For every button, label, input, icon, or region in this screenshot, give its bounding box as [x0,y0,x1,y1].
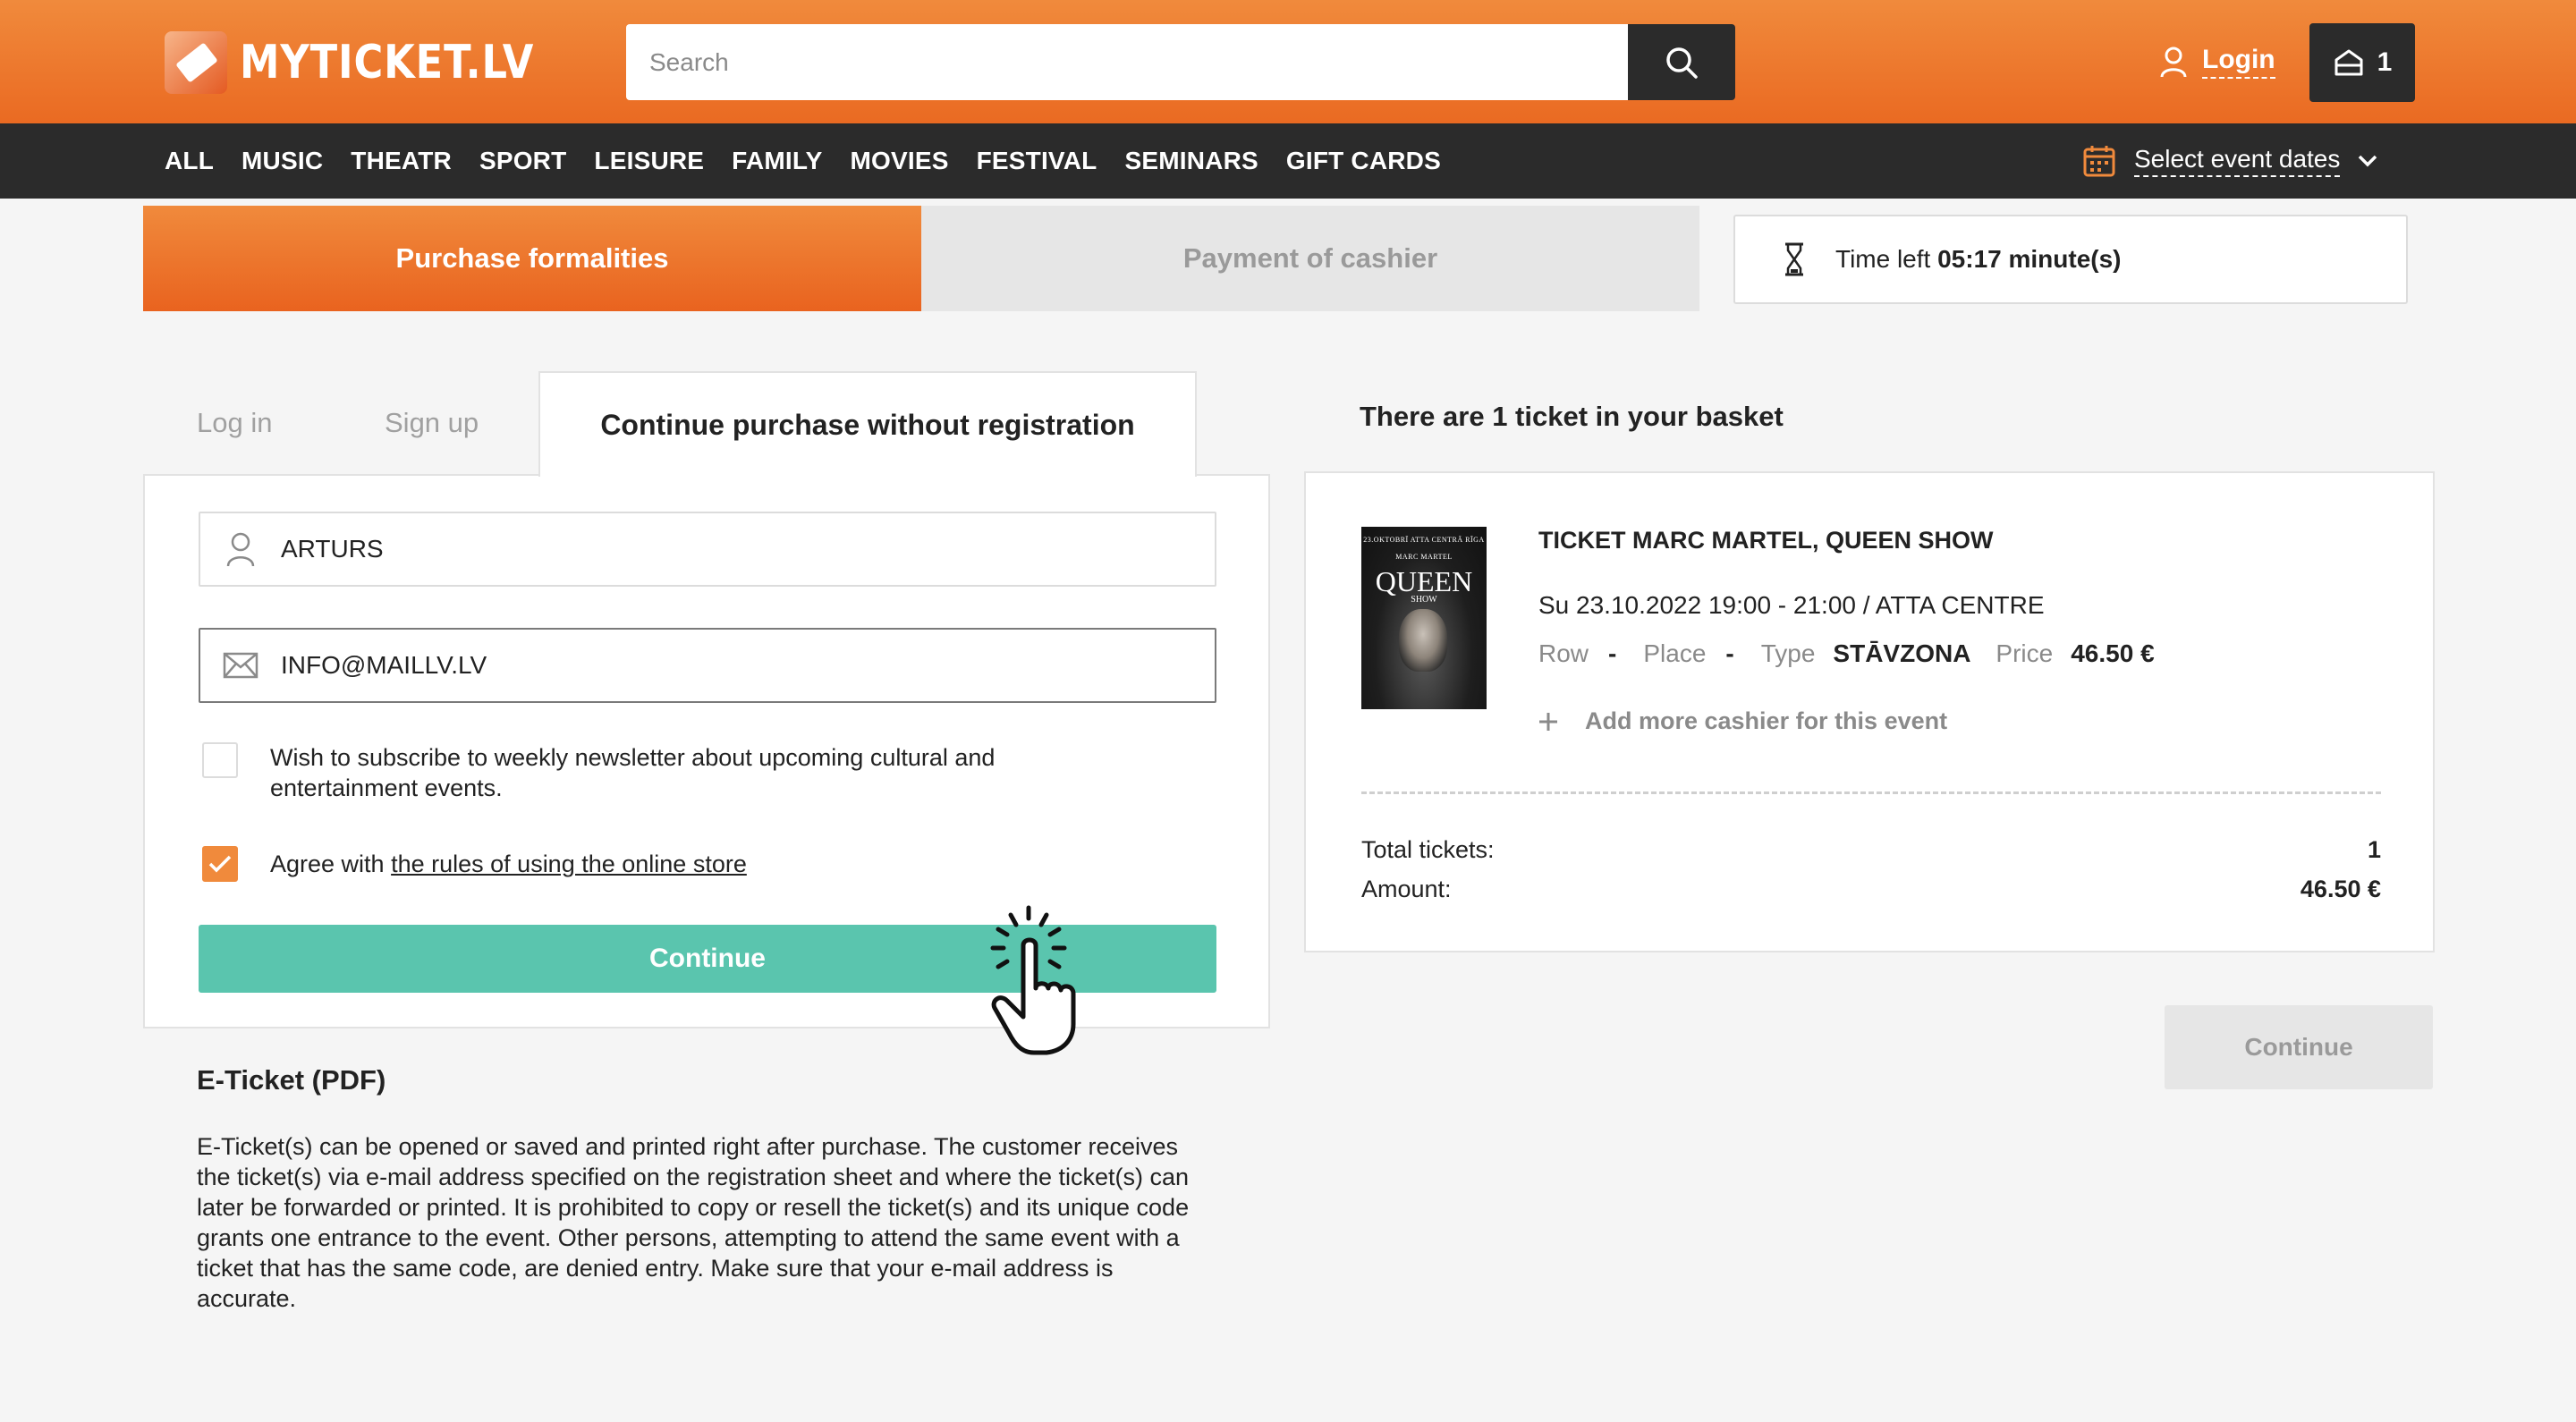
guest-form: Wish to subscribe to weekly newsletter a… [143,474,1270,1028]
nav-item-leisure[interactable]: LEISURE [594,147,704,175]
nav-item-family[interactable]: FAMILY [732,147,822,175]
agree-checkbox[interactable] [202,846,238,882]
user-icon [2160,47,2187,78]
amount-label: Amount: [1361,876,1452,902]
row-label: Row [1538,639,1589,667]
plus-icon [1539,712,1557,731]
checkmark-icon [208,855,232,873]
row-value: - [1608,639,1617,667]
login-label: Login [2202,45,2275,79]
email-input[interactable] [281,630,1215,701]
nav-item-festival[interactable]: FESTIVAL [977,147,1097,175]
name-input[interactable] [281,513,1215,585]
poster-top-text: 23.OKTOBRĪ ATTA CENTRĀ RĪGA [1363,536,1485,544]
nav-item-theatr[interactable]: THEATR [351,147,452,175]
price-value: 46.50 € [2071,639,2155,667]
search-button[interactable] [1628,24,1735,100]
calendar-icon [2083,146,2115,177]
newsletter-checkbox[interactable] [202,742,238,778]
hand-cursor-icon [990,905,1076,1055]
event-poster[interactable]: 23.OKTOBRĪ ATTA CENTRĀ RĪGA MARC MARTEL … [1361,527,1487,709]
category-nav: ALL MUSIC THEATR SPORT LEISURE FAMILY MO… [0,123,2576,199]
nav-item-music[interactable]: MUSIC [242,147,323,175]
add-more-link[interactable]: Add more cashier for this event [1538,707,1947,735]
agree-label: Agree with the rules of using the online… [270,846,747,882]
type-label: Type [1760,639,1816,667]
divider [1361,791,2381,794]
place-label: Place [1643,639,1707,667]
user-icon [226,532,255,567]
time-left-value: 05:17 minute(s) [1937,245,2122,273]
total-tickets-value: 1 [2367,836,2381,863]
basket-continue-button: Continue [2165,1005,2433,1089]
poster-big-text: QUEEN [1375,565,1473,597]
basket-card: 23.OKTOBRĪ ATTA CENTRĀ RĪGA MARC MARTEL … [1304,471,2435,952]
poster-artist: MARC MARTEL [1395,553,1453,561]
basket-title: There are 1 ticket in your basket [1360,401,1784,432]
event-title: TICKET MARC MARTEL, QUEEN SHOW [1538,527,1994,554]
nav-item-gift-cards[interactable]: GIFT CARDS [1286,147,1441,175]
amount-row: Amount: 46.50 € [1361,876,2381,903]
select-dates-dropdown[interactable]: Select event dates [2082,123,2377,199]
step-purchase-formalities[interactable]: Purchase formalities [143,206,921,311]
hourglass-icon [1785,242,1803,276]
eticket-description: E-Ticket(s) can be opened or saved and p… [197,1133,1190,1312]
time-left-text: Time left 05:17 minute(s) [1835,245,2122,274]
newsletter-row: Wish to subscribe to weekly newsletter a… [202,742,1150,803]
tab-log-in[interactable]: Log in [197,371,272,474]
time-left-label: Time left [1835,245,1931,273]
place-value: - [1725,639,1734,667]
tab-continue-without-registration[interactable]: Continue purchase without registration [538,371,1197,477]
search-input[interactable] [626,24,1628,100]
logo-ticket-icon [165,31,227,94]
site-logo[interactable]: MYTICKET.LV [165,30,582,95]
ticket-cart-icon [2334,49,2363,76]
top-header: MYTICKET.LV Login 1 [0,0,2576,123]
nav-item-seminars[interactable]: SEMINARS [1124,147,1258,175]
login-link[interactable]: Login [2159,39,2275,84]
cart-button[interactable]: 1 [2309,23,2415,102]
name-field [199,512,1216,587]
total-tickets-row: Total tickets: 1 [1361,836,2381,864]
search-bar [626,24,1735,100]
nav-item-all[interactable]: ALL [165,147,214,175]
logo-text: MYTICKET.LV [240,36,535,89]
total-tickets-label: Total tickets: [1361,836,1495,863]
poster-artist-photo [1399,609,1447,672]
chevron-down-icon [2359,155,2377,167]
ticket-details: Row - Place - Type STĀVZONA Price 46.50 … [1538,639,2155,668]
agree-row: Agree with the rules of using the online… [202,846,747,882]
price-label: Price [1996,639,2054,667]
time-left-box: Time left 05:17 minute(s) [1733,215,2408,304]
agree-prefix: Agree with [270,851,385,877]
tab-sign-up[interactable]: Sign up [385,371,479,474]
newsletter-label: Wish to subscribe to weekly newsletter a… [270,744,996,801]
add-more-label: Add more cashier for this event [1585,707,1948,734]
category-list: ALL MUSIC THEATR SPORT LEISURE FAMILY MO… [165,123,1441,199]
type-value: STĀVZONA [1833,639,1971,667]
search-icon [1666,47,1698,79]
email-field [199,628,1216,703]
rules-link[interactable]: the rules of using the online store [391,851,747,877]
amount-value: 46.50 € [2300,876,2381,902]
envelope-icon [223,652,258,679]
nav-item-movies[interactable]: MOVIES [850,147,948,175]
step-payment: Payment of cashier [921,206,1699,311]
event-date: Su 23.10.2022 19:00 - 21:00 / ATTA CENTR… [1538,591,2045,619]
eticket-title: E-Ticket (PDF) [197,1064,386,1096]
select-dates-label: Select event dates [2134,145,2341,177]
nav-item-sport[interactable]: SPORT [479,147,566,175]
cart-count: 1 [2377,47,2393,77]
